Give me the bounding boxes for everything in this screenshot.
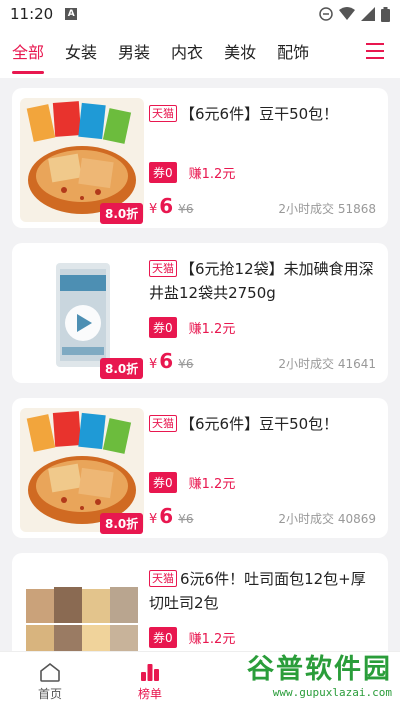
tmall-badge: 天猫 (149, 260, 177, 277)
original-price: ¥6 (178, 512, 194, 526)
coupon-badge: 券0 (149, 472, 177, 493)
sales-count: 2小时成交 41641 (278, 357, 376, 371)
site-watermark: 谷普软件园 www.gupuxlazai.com (212, 647, 392, 707)
product-feed: 8.0折 天猫 【6元6件】豆干50包！ 券0 赚1.2元 ¥ 6 ¥6 2小时成… (12, 88, 388, 708)
notification-a-icon: A (65, 8, 78, 20)
discount-badge: 8.0折 (100, 513, 144, 534)
tmall-badge: 天猫 (149, 105, 177, 122)
tmall-badge: 天猫 (149, 570, 177, 587)
nav-ranking[interactable]: 榜单 (100, 652, 200, 711)
tmall-badge: 天猫 (149, 415, 177, 432)
original-price: ¥6 (178, 357, 194, 371)
tab-beauty[interactable]: 美妆 (224, 28, 256, 78)
price-currency: ¥ (149, 202, 158, 217)
tab-men[interactable]: 男装 (118, 28, 150, 78)
nav-home[interactable]: 首页 (0, 652, 100, 711)
product-title: 天猫 【6元6件】豆干50包！ (149, 102, 376, 126)
price-value: 6 (159, 504, 174, 528)
discount-badge: 8.0折 (100, 358, 144, 379)
price-value: 6 (159, 194, 174, 218)
coupon-badge: 券0 (149, 627, 177, 648)
product-title-text: 【6元6件】豆干50包！ (180, 415, 339, 433)
sales-count: 2小时成交 40869 (278, 512, 376, 526)
product-card[interactable]: 8.0折 天猫 【6元6件】豆干50包！ 券0 赚1.2元 ¥ 6 ¥6 2小时成… (12, 88, 388, 228)
battery-icon (381, 6, 390, 22)
watermark-cn: 谷普软件园 (247, 654, 392, 685)
dnd-icon (319, 7, 333, 21)
sales-count: 2小时成交 51868 (278, 202, 376, 216)
home-icon (40, 662, 60, 682)
discount-badge: 8.0折 (100, 203, 144, 224)
product-card[interactable]: 8.0折 天猫 【6元6件】豆干50包！ 券0 赚1.2元 ¥ 6 ¥6 2小时成… (12, 398, 388, 538)
coupon-badge: 券0 (149, 317, 177, 338)
status-icons (319, 6, 390, 22)
original-price: ¥6 (178, 202, 194, 216)
price-value: 6 (159, 349, 174, 373)
nav-home-label: 首页 (37, 686, 62, 701)
wifi-icon (339, 7, 355, 20)
product-title-text: 【6元6件】豆干50包！ (180, 105, 339, 123)
earn-label: 赚1.2元 (188, 632, 236, 647)
menu-icon[interactable] (366, 43, 384, 59)
price-currency: ¥ (149, 512, 158, 527)
product-title-text: 6沅6件！吐司面包12包+厚切吐司2包 (149, 570, 366, 612)
earn-label: 赚1.2元 (188, 477, 236, 492)
status-time: 11:20 (10, 5, 54, 23)
product-title-text: 【6元抢12袋】未加碘食用深井盐12袋共2750g (149, 260, 374, 302)
status-bar: 11:20 A (0, 0, 400, 28)
product-card[interactable]: 8.0折 天猫 【6元抢12袋】未加碘食用深井盐12袋共2750g 券0 赚1.2… (12, 243, 388, 383)
ranking-icon (141, 663, 159, 681)
price-currency: ¥ (149, 357, 158, 372)
tab-underwear[interactable]: 内衣 (171, 28, 203, 78)
signal-icon (361, 7, 375, 21)
product-title: 天猫 【6元6件】豆干50包！ (149, 412, 376, 436)
product-title: 天猫 6沅6件！吐司面包12包+厚切吐司2包 (149, 567, 376, 615)
product-title: 天猫 【6元抢12袋】未加碘食用深井盐12袋共2750g (149, 257, 376, 305)
tab-all[interactable]: 全部 (12, 28, 45, 78)
tab-accessories[interactable]: 配饰 (277, 28, 309, 78)
coupon-badge: 券0 (149, 162, 177, 183)
nav-ranking-label: 榜单 (137, 686, 162, 701)
earn-label: 赚1.2元 (188, 322, 236, 337)
watermark-en: www.gupuxlazai.com (272, 686, 392, 699)
tab-women[interactable]: 女装 (65, 28, 97, 78)
category-tabbar: 全部 女装 男装 内衣 美妆 配饰 (0, 28, 400, 78)
earn-label: 赚1.2元 (188, 167, 236, 182)
